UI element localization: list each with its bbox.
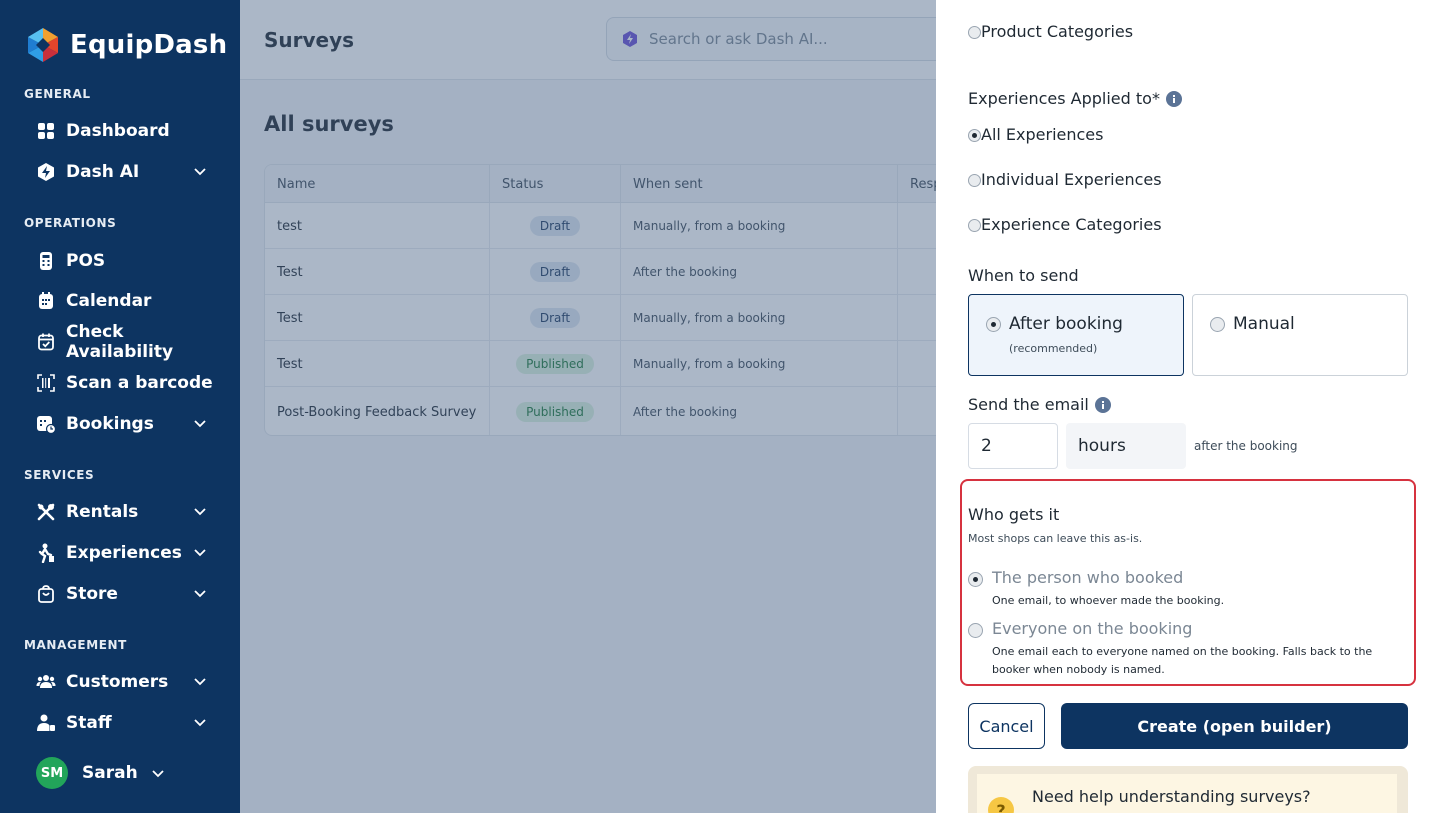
radio-icon [986, 317, 1001, 332]
cancel-button[interactable]: Cancel [968, 703, 1045, 749]
chevron-down-icon [194, 678, 206, 686]
dashboard-icon [38, 123, 54, 139]
send-unit-select[interactable]: hours [1066, 423, 1186, 469]
sidebar-item-bookings[interactable]: Bookings [36, 408, 216, 440]
radio-label: Product Categories [981, 22, 1134, 41]
calendar-check-icon [38, 333, 54, 351]
shopping-bag-icon [38, 585, 54, 603]
radio-product-categories[interactable]: Product Categories [968, 22, 1133, 41]
pos-icon [40, 252, 52, 270]
sidebar-item-customers[interactable]: Customers [36, 666, 216, 698]
bookings-icon [37, 416, 56, 434]
section-operations: OPERATIONS [24, 216, 117, 230]
chevron-down-icon [194, 549, 206, 557]
sidebar-item-label: Check Availability [66, 322, 174, 362]
chevron-down-icon [152, 770, 164, 778]
calendar-icon [39, 292, 53, 309]
info-icon[interactable] [1094, 396, 1111, 413]
option-description: One email, to whoever made the booking. [992, 594, 1225, 607]
option-label: After booking [1009, 314, 1123, 334]
radio-icon [1210, 317, 1225, 332]
option-sublabel: (recommended) [1009, 342, 1098, 355]
sidebar-item-pos[interactable]: POS [36, 245, 216, 277]
radio-label: Individual Experiences [981, 170, 1162, 189]
who-gets-it-title: Who gets it [968, 505, 1060, 524]
radio-all-experiences[interactable]: All Experiences [968, 125, 1103, 144]
radio-icon [968, 26, 981, 39]
sidebar-item-dashboard[interactable]: Dashboard [36, 115, 216, 147]
option-label: The person who booked [992, 568, 1184, 587]
radio-icon [968, 174, 981, 187]
sidebar-item-label: Rentals [66, 502, 139, 522]
send-delay-input[interactable]: 2 [968, 423, 1058, 469]
sidebar-item-label: Store [66, 584, 118, 604]
info-icon[interactable] [1165, 90, 1182, 107]
option-manual[interactable]: Manual [1192, 294, 1408, 376]
user-name: Sarah [82, 763, 138, 783]
send-email-label: Send the email [968, 395, 1111, 414]
sidebar-item-label: Dashboard [66, 121, 170, 141]
sidebar-item-dash-ai[interactable]: Dash AI [36, 156, 216, 188]
brand[interactable]: EquipDash [24, 26, 227, 64]
chevron-down-icon [194, 719, 206, 727]
sidebar-item-store[interactable]: Store [36, 578, 216, 610]
who-gets-it-subtitle: Most shops can leave this as-is. [968, 532, 1143, 545]
dash-ai-icon [38, 163, 54, 181]
radio-individual-experiences[interactable]: Individual Experiences [968, 170, 1162, 189]
option-label: Everyone on the booking [992, 619, 1193, 638]
sidebar-item-experiences[interactable]: Experiences [36, 537, 216, 569]
create-open-builder-button[interactable]: Create (open builder) [1061, 703, 1408, 749]
sidebar-item-scan-barcode[interactable]: Scan a barcode [36, 367, 216, 399]
section-management: MANAGEMENT [24, 638, 127, 652]
radio-icon [968, 572, 983, 587]
sidebar-item-label: Bookings [66, 414, 154, 434]
radio-label: All Experiences [981, 125, 1104, 144]
sidebar-item-staff[interactable]: Staff [36, 707, 216, 739]
sidebar-item-calendar[interactable]: Calendar [36, 285, 216, 317]
sidebar-item-label: Dash AI [66, 162, 140, 182]
field-label-text: Experiences Applied to* [968, 89, 1160, 108]
customers-icon [36, 675, 56, 688]
option-label: Manual [1233, 314, 1295, 334]
send-suffix: after the booking [1194, 439, 1298, 453]
sidebar-item-label: Scan a barcode [66, 373, 213, 393]
user-menu[interactable]: SM Sarah [36, 757, 166, 789]
experiences-applied-label: Experiences Applied to* [968, 89, 1182, 108]
sidebar-item-rentals[interactable]: Rentals [36, 496, 216, 528]
radio-icon [968, 129, 981, 142]
chevron-down-icon [194, 590, 206, 598]
sidebar-item-label: Experiences [66, 543, 182, 563]
brand-name: EquipDash [70, 30, 228, 60]
sidebar-item-label: POS [66, 251, 106, 271]
radio-icon [968, 623, 983, 638]
modal-backdrop[interactable] [240, 0, 936, 813]
rentals-icon [37, 503, 55, 521]
field-label-text: Send the email [968, 395, 1089, 414]
option-description: One email each to everyone named on the … [992, 645, 1373, 676]
radio-experience-categories[interactable]: Experience Categories [968, 215, 1162, 234]
avatar: SM [36, 757, 68, 789]
sidebar-item-label: Staff [66, 713, 112, 733]
section-general: GENERAL [24, 87, 91, 101]
staff-icon [37, 714, 55, 731]
radio-label: Experience Categories [981, 215, 1162, 234]
when-to-send-label: When to send [968, 266, 1079, 285]
chevron-down-icon [194, 420, 206, 428]
chevron-down-icon [194, 168, 206, 176]
sidebar-item-label: Customers [66, 672, 169, 692]
radio-icon [968, 219, 981, 232]
experiences-icon [38, 543, 54, 563]
sidebar: EquipDash GENERAL Dashboard Dash AI OPER… [0, 0, 240, 813]
sidebar-item-check-availability[interactable]: Check Availability [36, 322, 216, 362]
chevron-down-icon [194, 508, 206, 516]
sidebar-item-label: Calendar [66, 291, 152, 311]
barcode-scan-icon [37, 374, 55, 392]
option-after-booking[interactable]: After booking (recommended) [968, 294, 1184, 376]
equipdash-logo-icon [28, 28, 58, 62]
section-services: SERVICES [24, 468, 95, 482]
help-text: Need help understanding surveys? [1032, 787, 1311, 806]
